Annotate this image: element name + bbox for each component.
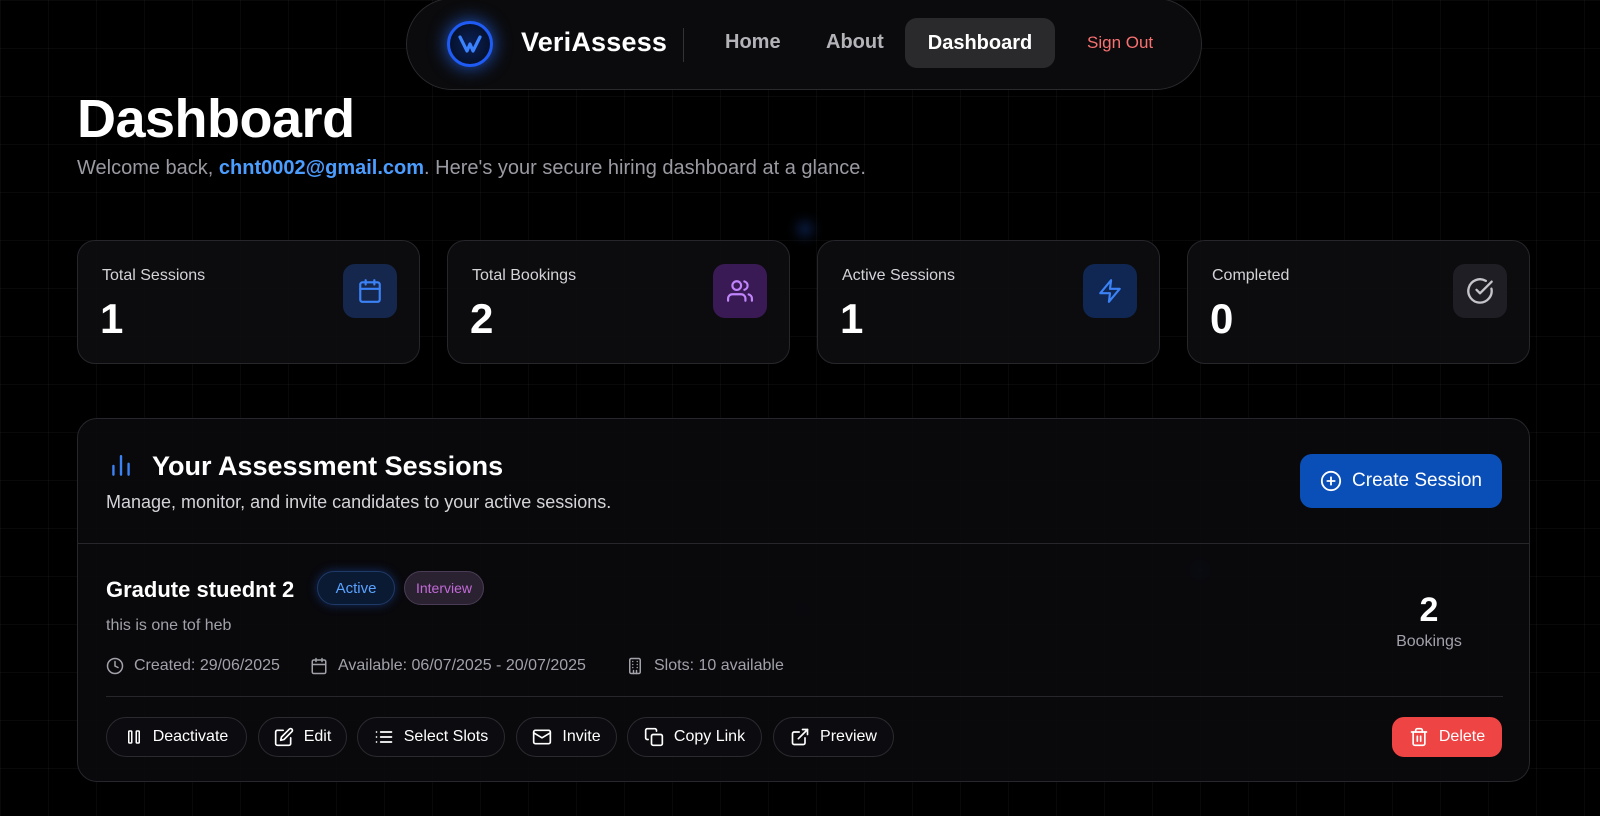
welcome-suffix: . Here's your secure hiring dashboard at… [424, 157, 866, 179]
background-glow [798, 222, 812, 236]
page-title: Dashboard [77, 89, 355, 149]
available-text: Available: 06/07/2025 - 20/07/2025 [338, 657, 586, 674]
stat-value: 1 [100, 295, 124, 342]
preview-button[interactable]: Preview [773, 717, 894, 757]
session-name: Gradute stuednt 2 [106, 577, 295, 602]
stat-card-total-sessions: Total Sessions 1 [77, 240, 420, 364]
mail-icon [533, 729, 552, 745]
plus-circle-icon [1320, 470, 1342, 492]
copy-link-label: Copy Link [673, 728, 746, 745]
nav-divider [683, 28, 684, 62]
clock-icon [106, 657, 124, 675]
delete-label: Delete [1438, 728, 1486, 745]
session-description: this is one tof heb [106, 617, 232, 634]
stat-label: Total Sessions [102, 267, 206, 284]
invite-label: Invite [562, 728, 601, 745]
created-date: Created: 29/06/2025 [106, 657, 280, 675]
stat-card-active-sessions: Active Sessions 1 [817, 240, 1160, 364]
brand-name[interactable]: VeriAssess [521, 27, 667, 58]
nav-link-dashboard[interactable]: Dashboard [905, 18, 1055, 68]
actions-divider [106, 696, 1503, 697]
user-email: chnt0002@gmail.com [218, 157, 425, 179]
panel-title: Your Assessment Sessions [152, 451, 504, 481]
users-icon [713, 264, 767, 318]
bookings-label: Bookings [1396, 633, 1462, 650]
edit-label: Edit [303, 728, 332, 745]
stat-card-completed: Completed 0 [1187, 240, 1530, 364]
created-text: Created: 29/06/2025 [134, 657, 280, 674]
edit-button[interactable]: Edit [258, 717, 347, 757]
pause-icon [127, 730, 140, 744]
select-slots-button[interactable]: Select Slots [357, 717, 505, 757]
sign-out-link[interactable]: Sign Out [1087, 33, 1153, 53]
availability-range: Available: 06/07/2025 - 20/07/2025 [310, 657, 586, 675]
stat-label: Active Sessions [842, 267, 955, 284]
stat-label: Completed [1212, 267, 1290, 284]
create-session-button[interactable]: Create Session [1300, 454, 1502, 508]
welcome-message: Welcome back, chnt0002@gmail.com. Here's… [77, 157, 866, 180]
delete-button[interactable]: Delete [1392, 717, 1502, 757]
assessment-sessions-panel: Your Assessment Sessions Manage, monitor… [77, 418, 1530, 782]
welcome-prefix: Welcome back, [77, 157, 219, 179]
create-session-label: Create Session [1352, 470, 1482, 491]
calendar-icon [343, 264, 397, 318]
veriassess-logo-icon[interactable] [447, 21, 493, 67]
status-badge: Active [317, 571, 395, 605]
list-icon [375, 731, 393, 743]
panel-header: Your Assessment Sessions Manage, monitor… [78, 419, 1529, 544]
copy-icon [644, 727, 664, 747]
external-link-icon [791, 728, 809, 746]
edit-icon [274, 727, 293, 747]
stat-value: 0 [1210, 295, 1234, 342]
bar-chart-icon [108, 453, 134, 479]
type-badge: Interview [404, 571, 484, 605]
top-navigation: VeriAssess Home About Dashboard Sign Out [406, 0, 1202, 90]
lightning-icon [1083, 264, 1137, 318]
calendar-icon [311, 657, 327, 675]
slots-text: Slots: 10 available [654, 657, 784, 674]
panel-subtitle: Manage, monitor, and invite candidates t… [106, 492, 612, 512]
deactivate-button[interactable]: Deactivate [106, 717, 247, 757]
invite-button[interactable]: Invite [516, 717, 617, 757]
nav-link-about[interactable]: About [826, 31, 884, 54]
slots-info: Slots: 10 available [626, 657, 784, 675]
stat-card-total-bookings: Total Bookings 2 [447, 240, 790, 364]
nav-link-home[interactable]: Home [725, 31, 781, 54]
check-circle-icon [1453, 264, 1507, 318]
deactivate-label: Deactivate [152, 728, 229, 745]
copy-link-button[interactable]: Copy Link [627, 717, 762, 757]
stat-value: 2 [470, 295, 494, 342]
stat-value: 1 [840, 295, 864, 342]
building-icon [629, 657, 641, 675]
bookings-count: 2 [1419, 591, 1439, 629]
select-slots-label: Select Slots [403, 728, 489, 745]
stat-label: Total Bookings [472, 267, 577, 284]
preview-label: Preview [820, 728, 877, 745]
trash-icon [1410, 727, 1428, 747]
